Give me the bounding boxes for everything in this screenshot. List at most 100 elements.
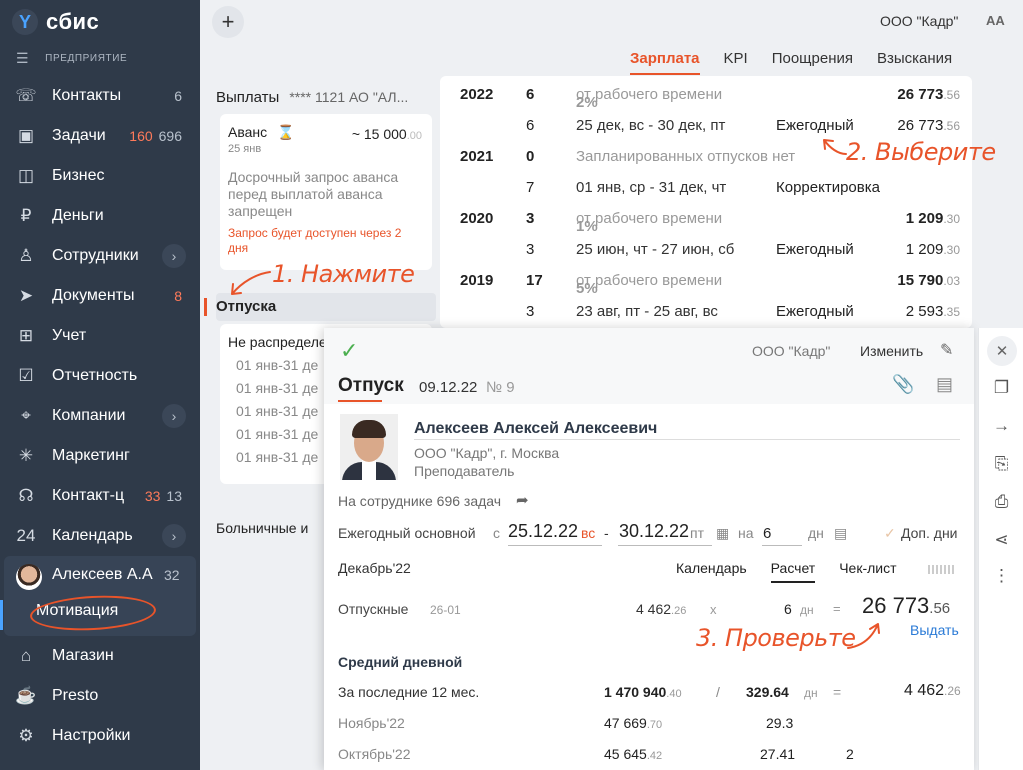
edit-button[interactable]: Изменить	[860, 343, 923, 359]
divide-sign: /	[716, 684, 720, 700]
tab-checklist[interactable]: Чек-лист	[839, 560, 896, 583]
more-icon[interactable]: ⋮	[979, 566, 1023, 586]
tab-calculation[interactable]: Расчет	[770, 560, 816, 583]
tab-calendar[interactable]: Календарь	[676, 560, 747, 583]
sidebar-item-accounting[interactable]: ⊞ Учет	[0, 316, 200, 356]
document-date[interactable]: 09.12.22	[419, 379, 477, 396]
attachment-icon[interactable]: 📎	[892, 374, 914, 395]
row-count: 17	[526, 272, 543, 289]
sidebar-item-shop[interactable]: ⌂ Магазин	[0, 636, 200, 676]
row-amount: 26 773.56	[897, 117, 960, 134]
bank-account[interactable]: **** 1121 АО "АЛ...	[289, 89, 408, 105]
sidebar-item-business[interactable]: ◫ Бизнес	[0, 156, 200, 196]
row-year: 2022	[460, 86, 494, 103]
vacation-type-select[interactable]: Ежегодный основной	[338, 525, 476, 541]
date-to-field[interactable]: 30.12.22	[619, 521, 689, 542]
table-row[interactable]: 2019 17 5% от рабочего времени 15 790.03	[440, 264, 972, 297]
row-count: 3	[526, 210, 535, 227]
table-row[interactable]: 7 01 янв, ср - 31 дек, чт Корректировка	[440, 171, 972, 202]
sidebar-item-label: Сотрудники	[52, 247, 139, 264]
table-row[interactable]: 2020 3 1% от рабочего времени 1 209.30	[440, 202, 972, 235]
plus-icon: +	[221, 9, 235, 34]
document-sign-icon[interactable]: ▤	[936, 374, 953, 395]
sidebar-item-money[interactable]: ₽ Деньги	[0, 196, 200, 236]
shop-icon: ⌂	[20, 646, 32, 665]
chevron-right-icon[interactable]: ›	[162, 524, 186, 548]
sidebar-item-documents[interactable]: ➤ Документы 8	[0, 276, 200, 316]
sidebar-item-employees[interactable]: ♙ Сотрудники ›	[0, 236, 200, 276]
table-row[interactable]: 2022 6 2% от рабочего времени 26 773.56	[440, 78, 972, 111]
employee-tasks-link[interactable]: На сотруднике 696 задач	[338, 493, 501, 509]
document-number[interactable]: № 9	[486, 379, 515, 396]
row-desc: 2% от рабочего времени	[576, 86, 723, 111]
sidebar-item-reports[interactable]: ☑ Отчетность	[0, 356, 200, 396]
avg-row-unit: дн	[804, 686, 818, 700]
sidebar-item-marketing[interactable]: ✳ Маркетинг	[0, 436, 200, 476]
avg-row-sum-value: 1 470 940	[604, 684, 667, 700]
calendar-icon[interactable]: ▦	[716, 525, 729, 542]
tab-kpi[interactable]: KPI	[724, 50, 748, 75]
sidebar-item-companies[interactable]: ⌖ Компании ›	[0, 396, 200, 436]
sidebar-count: 6	[174, 88, 182, 104]
tasks-icon: ▣	[17, 126, 35, 145]
table-row[interactable]: 3 23 авг, пт - 25 авг, вс Ежегодный 2 59…	[440, 295, 972, 326]
chevron-right-icon[interactable]: ›	[162, 244, 186, 268]
panel-org[interactable]: ООО "Кадр"	[752, 343, 830, 359]
user-block[interactable]: Алексеев А.А 32 Мотивация	[4, 556, 196, 636]
checkbox-icon[interactable]: ✓	[884, 525, 896, 542]
sidebar-count-red: 33	[144, 488, 161, 504]
avg-row-sum: 47 669.70	[604, 715, 662, 731]
row-year: 2020	[460, 210, 494, 227]
pencil-icon[interactable]: ✎	[940, 340, 953, 360]
table-row[interactable]: 3 25 июн, чт - 27 июн, сб Ежегодный 1 20…	[440, 233, 972, 264]
row-desc-text: от рабочего времени	[576, 86, 723, 103]
sidebar: Y сбис ☰ ПРЕДПРИЯТИЕ ☏ Контакты 6 ▣ Зада…	[0, 0, 200, 770]
add-button[interactable]: +	[212, 6, 244, 38]
close-icon[interactable]: ✕	[987, 336, 1017, 366]
payments-label: Выплаты	[216, 89, 280, 106]
marketing-icon: ✳	[18, 446, 34, 465]
avg-row: Октябрь'22 45 645.42 27.41 2	[338, 746, 962, 770]
sidebar-item-presto[interactable]: ☕ Presto	[0, 676, 200, 716]
calc-total-value: 26 773	[862, 593, 930, 618]
table-row[interactable]: 6 25 дек, вс - 30 дек, пт Ежегодный 26 7…	[440, 109, 972, 140]
photo-shirt	[362, 460, 376, 480]
days-field[interactable]: 6	[763, 525, 771, 542]
sidebar-item-settings[interactable]: ⚙ Настройки	[0, 716, 200, 756]
copy-icon[interactable]: ❐	[979, 378, 1023, 398]
sidebar-item-tasks[interactable]: ▣ Задачи 160 696	[0, 116, 200, 156]
annotation-arrow-3	[847, 623, 880, 649]
tab-penalties[interactable]: Взыскания	[877, 50, 952, 75]
row-amount: 1 209.30	[906, 210, 960, 227]
clipboard-icon[interactable]: ⎘	[979, 454, 1023, 474]
sidebar-item-contacts[interactable]: ☏ Контакты 6	[0, 76, 200, 116]
date-from-field[interactable]: 25.12.22	[508, 521, 578, 542]
share-icon[interactable]: ⋖	[979, 530, 1023, 550]
employee-name[interactable]: Алексеев Алексей Алексеевич	[414, 420, 657, 438]
sidebar-item-contact-center[interactable]: ☊ Контакт-ц 33 13	[0, 476, 200, 516]
extra-days-checkbox[interactable]: Доп. дни	[901, 525, 958, 541]
tab-rewards[interactable]: Поощрения	[772, 50, 853, 75]
logo[interactable]: Y сбис	[12, 8, 99, 36]
advance-card[interactable]: Аванс ⌛ ~ 15 000.00 25 янв Досрочный зап…	[220, 114, 432, 270]
sidebar-item-calendar[interactable]: 24 Календарь ›	[0, 516, 200, 556]
dash: -	[604, 525, 609, 541]
sick-leave-label[interactable]: Больничные и	[216, 520, 308, 536]
document-icon[interactable]: ▤	[834, 525, 847, 542]
print-icon[interactable]: ⎙	[979, 492, 1023, 512]
org-name[interactable]: ООО "Кадр"	[880, 13, 958, 29]
row-desc-text: от рабочего времени	[576, 272, 723, 289]
pay-out-button[interactable]: Выдать	[910, 622, 959, 638]
equals-sign: =	[833, 684, 842, 700]
date-from-underline	[508, 545, 602, 546]
tabs: Зарплата KPI Поощрения Взыскания	[630, 50, 952, 75]
enterprise-switcher[interactable]: ☰ ПРЕДПРИЯТИЕ	[16, 50, 127, 67]
share-arrow-icon[interactable]: ➦	[516, 491, 529, 509]
annotation-step2: 2. Выберите	[846, 138, 996, 166]
check-icon[interactable]: ✓	[340, 338, 358, 364]
advance-amount: ~ 15 000.00	[352, 126, 422, 142]
chevron-right-icon[interactable]: ›	[162, 404, 186, 428]
font-size-toggle[interactable]: AA	[986, 13, 1005, 28]
tab-salary[interactable]: Зарплата	[630, 50, 700, 75]
arrow-right-icon[interactable]: →	[979, 416, 1023, 436]
